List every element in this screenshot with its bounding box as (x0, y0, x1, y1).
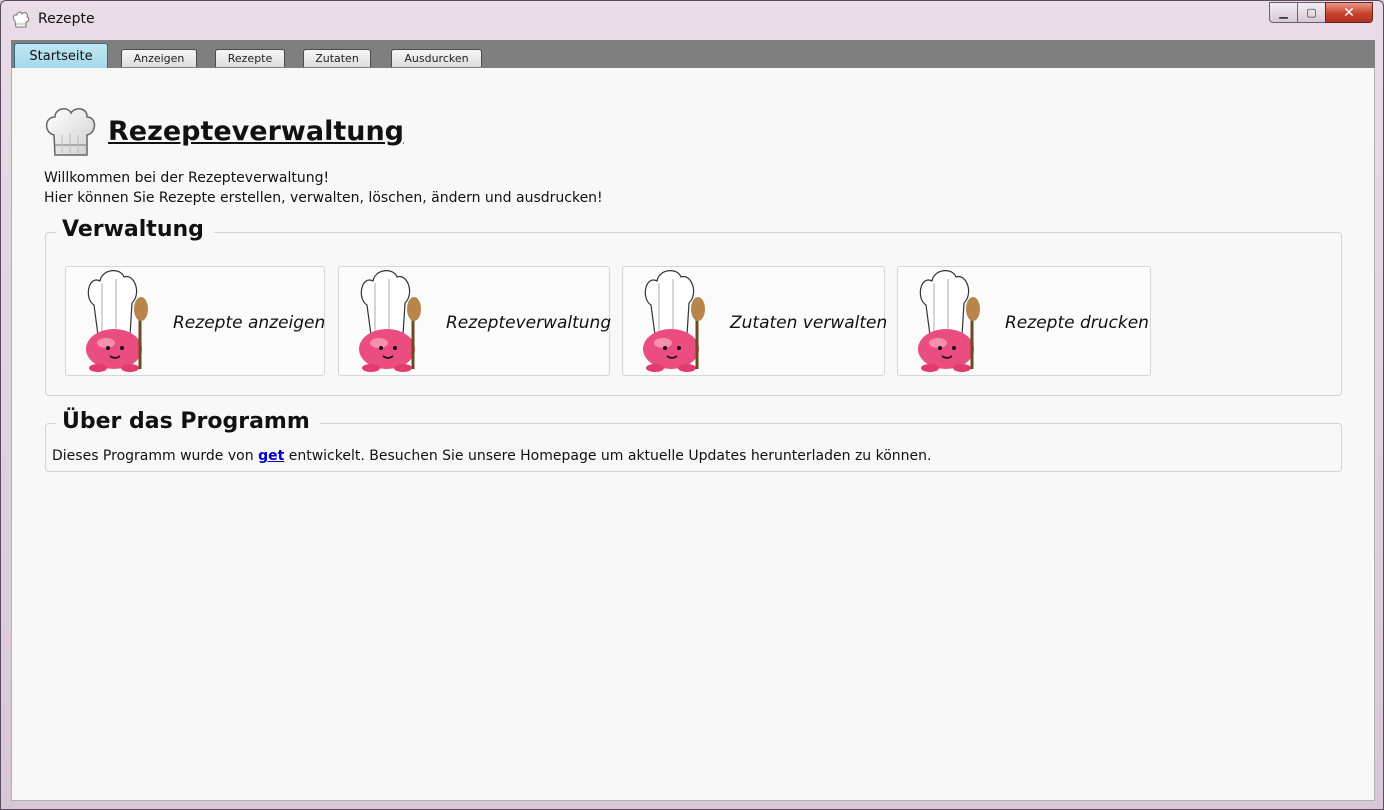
app-window: Rezepte ▁ ▢ ✕ Startseite Anzeigen Rezept… (0, 0, 1384, 810)
tab-startseite[interactable]: Startseite (14, 43, 108, 68)
tab-rezepte[interactable]: Rezepte (215, 49, 285, 67)
chef-mascot-icon (918, 270, 980, 372)
about-text-before: Dieses Programm wurde von (52, 448, 259, 464)
card-label: Rezepte drucken (1005, 313, 1149, 333)
maximize-button[interactable]: ▢ (1297, 2, 1325, 23)
start-page: Rezepteverwaltung Willkommen bei der Rez… (11, 68, 1375, 801)
close-button[interactable]: ✕ (1325, 2, 1373, 23)
tab-strip: Startseite Anzeigen Rezepte Zutaten Ausd… (11, 40, 1375, 68)
tab-anzeigen[interactable]: Anzeigen (121, 49, 197, 67)
zutaten-verwalten-button[interactable]: Zutaten verwalten (622, 266, 888, 376)
welcome-line: Willkommen bei der Rezepteverwaltung! (44, 170, 330, 186)
welcome-text: Willkommen bei der Rezepteverwaltung! Hi… (44, 168, 603, 208)
page-title: Rezepteverwaltung (108, 116, 404, 147)
chef-mascot-icon (86, 270, 148, 372)
title-bar[interactable]: Rezepte ▁ ▢ ✕ (1, 1, 1383, 39)
chef-hat-icon (12, 11, 30, 28)
rezepte-anzeigen-button[interactable]: Rezepte anzeigen (65, 266, 325, 376)
chef-mascot-icon (643, 270, 705, 372)
rezepteverwaltung-button[interactable]: Rezepteverwaltung (338, 266, 612, 376)
description-line: Hier können Sie Rezepte erstellen, verwa… (44, 190, 603, 206)
chef-hat-icon (45, 108, 96, 156)
tab-zutaten[interactable]: Zutaten (303, 49, 371, 67)
verwaltung-heading: Verwaltung (56, 217, 214, 242)
rezepte-drucken-button[interactable]: Rezepte drucken (897, 266, 1151, 376)
chef-mascot-icon (359, 270, 421, 372)
minimize-button[interactable]: ▁ (1269, 2, 1297, 23)
homepage-link[interactable]: get (258, 448, 284, 464)
tab-ausdurcken[interactable]: Ausdurcken (391, 49, 482, 67)
window-controls: ▁ ▢ ✕ (1269, 2, 1373, 24)
card-label: Rezepte anzeigen (173, 313, 326, 333)
window-title: Rezepte (38, 11, 95, 27)
about-text-after: entwickelt. Besuchen Sie unsere Homepage… (284, 448, 932, 464)
about-heading: Über das Programm (56, 409, 320, 434)
card-label: Zutaten verwalten (730, 313, 888, 333)
about-text: Dieses Programm wurde von get entwickelt… (52, 448, 931, 464)
card-label: Rezepteverwaltung (446, 313, 612, 333)
